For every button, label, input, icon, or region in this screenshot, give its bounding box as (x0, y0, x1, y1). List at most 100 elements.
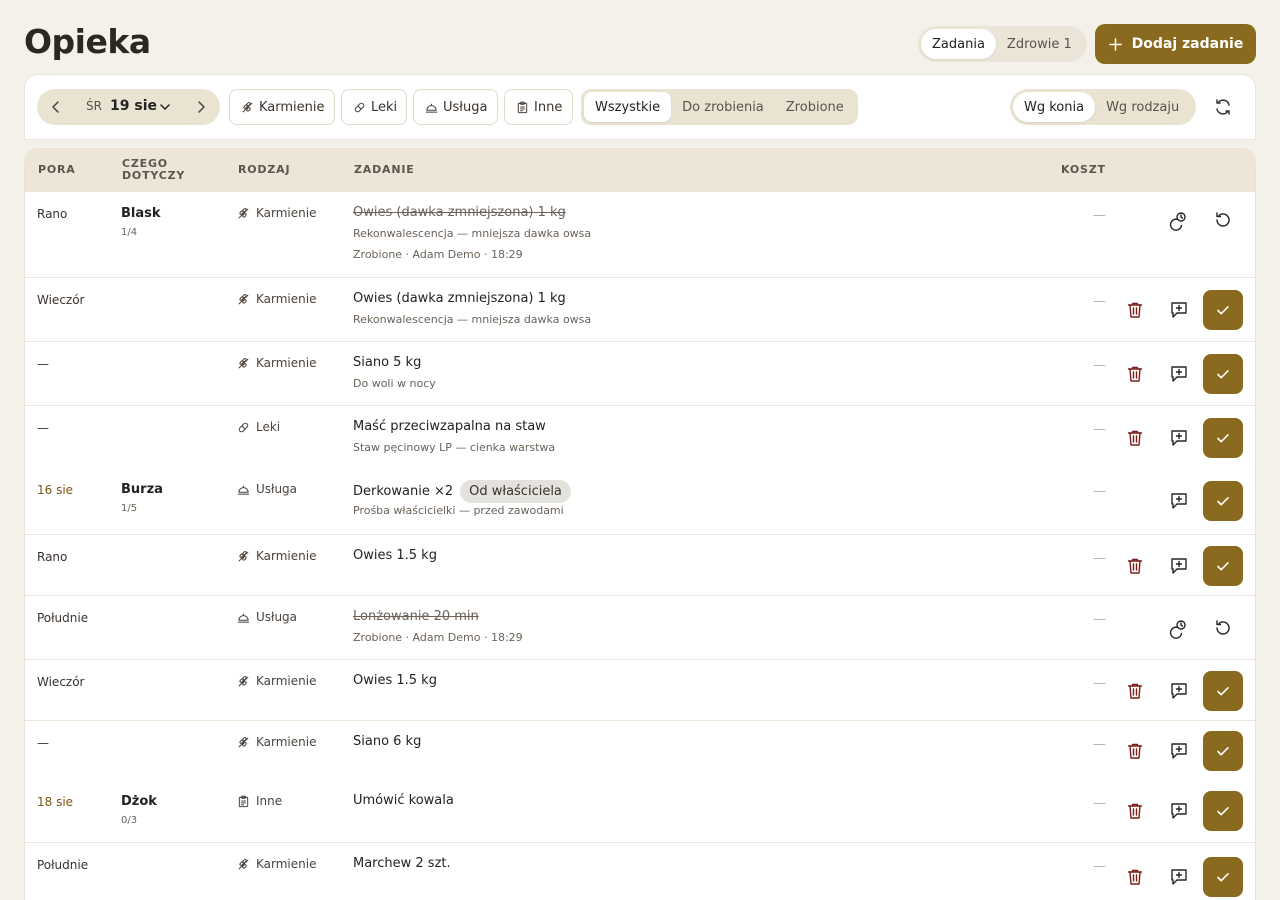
row-horse-name[interactable]: Blask (121, 206, 161, 221)
mark-done-button[interactable] (1203, 418, 1243, 458)
service-bell-icon (237, 613, 250, 623)
row-kind: Karmienie (237, 356, 316, 370)
row-pora: Południe (37, 611, 89, 625)
history-icon (1169, 620, 1186, 639)
delete-button[interactable] (1124, 299, 1146, 321)
status-done[interactable]: Zrobione (775, 92, 855, 122)
date-picker[interactable]: ŚR 19 sie (37, 89, 220, 125)
add-task-button[interactable]: Dodaj zadanie (1095, 24, 1256, 64)
tab-zadania[interactable]: Zadania (921, 29, 996, 59)
refresh-icon (1216, 99, 1230, 115)
status-todo[interactable]: Do zrobienia (671, 92, 775, 122)
undo-icon (1216, 620, 1230, 635)
add-note-button[interactable] (1168, 680, 1190, 702)
filter-chip-karmienie[interactable]: Karmienie (229, 89, 335, 125)
undo-button[interactable] (1212, 617, 1234, 639)
table-row: Południe Usługa Lonżowanie 20 min Zrobione … (25, 595, 1255, 659)
row-cost: — (1093, 358, 1106, 373)
filter-chip-inne[interactable]: Inne (504, 89, 573, 125)
mark-done-button[interactable] (1203, 481, 1243, 521)
delete-button[interactable] (1124, 680, 1146, 702)
mark-done-button[interactable] (1203, 354, 1243, 394)
table-row: Wieczór Karmienie Owies 1.5 kg — (25, 659, 1255, 720)
mark-done-button[interactable] (1203, 857, 1243, 897)
feed-icon (238, 207, 249, 219)
row-pora: Wieczór (37, 675, 85, 689)
prev-day-button[interactable] (48, 99, 64, 115)
delete-button[interactable] (1124, 363, 1146, 385)
row-task-title: Derkowanie ×2 (353, 484, 454, 499)
mark-done-button[interactable] (1203, 671, 1243, 711)
delete-button[interactable] (1124, 866, 1146, 888)
filter-chip-usluga[interactable]: Usługa (413, 89, 498, 125)
row-kind-label: Usługa (256, 610, 298, 624)
row-task: Marchew 2 szt. (353, 856, 451, 871)
add-comment-icon (1171, 430, 1187, 446)
row-cost: — (1093, 796, 1106, 811)
mark-done-button[interactable] (1203, 290, 1243, 330)
filter-chip-label: Inne (534, 99, 563, 115)
mark-done-button[interactable] (1203, 791, 1243, 831)
filter-toolbar: ŚR 19 sie Karmienie Leki Usługa Inne Wsz… (24, 74, 1256, 140)
history-button[interactable] (1168, 209, 1190, 231)
add-note-button[interactable] (1168, 490, 1190, 512)
chevron-left-icon (52, 101, 59, 113)
row-cost: — (1093, 484, 1106, 499)
row-task: Umówić kowala (353, 793, 454, 808)
row-kind: Karmienie (237, 549, 316, 563)
row-cost: — (1093, 612, 1106, 627)
row-task: Lonżowanie 20 min (353, 609, 479, 624)
row-task-note: Zrobione · Adam Demo · 18:29 (353, 631, 523, 644)
add-note-button[interactable] (1168, 299, 1190, 321)
status-all[interactable]: Wszystkie (584, 92, 672, 122)
delete-button[interactable] (1124, 800, 1146, 822)
clipboard-icon (238, 795, 249, 807)
row-task-title: Marchew 2 szt. (353, 856, 451, 871)
add-comment-icon (1171, 493, 1187, 509)
row-horse-name[interactable]: Burza (121, 482, 163, 497)
trash-icon (1127, 683, 1143, 699)
header-koszt: KOSZT (1061, 163, 1106, 176)
row-task-title: Owies (dawka zmniejszona) 1 kg (353, 205, 566, 220)
delete-button[interactable] (1124, 740, 1146, 762)
tab-zdrowie[interactable]: Zdrowie 1 (996, 29, 1083, 59)
check-icon (1217, 434, 1229, 443)
mark-done-button[interactable] (1203, 731, 1243, 771)
next-day-button[interactable] (193, 99, 209, 115)
row-task-note: Staw pęcinowy LP — cienka warstwa (353, 441, 556, 454)
row-pora: Rano (37, 207, 68, 221)
row-pora: — (37, 736, 49, 750)
service-bell-icon (425, 103, 438, 113)
history-button[interactable] (1168, 617, 1190, 639)
add-note-button[interactable] (1168, 866, 1190, 888)
row-horse-name[interactable]: Dżok (121, 794, 157, 809)
add-note-button[interactable] (1168, 740, 1190, 762)
row-task-title: Maść przeciwzapalna na staw (353, 419, 546, 434)
header-zadanie: ZADANIE (354, 163, 415, 176)
header-czego-line2: DOTYCZY (122, 169, 186, 182)
row-kind: Karmienie (237, 292, 316, 306)
row-task: Maść przeciwzapalna na staw (353, 419, 546, 434)
delete-button[interactable] (1124, 555, 1146, 577)
row-kind: Karmienie (237, 857, 316, 871)
refresh-button[interactable] (1213, 97, 1233, 117)
filter-chip-leki[interactable]: Leki (341, 89, 407, 125)
undo-button[interactable] (1212, 209, 1234, 231)
delete-button[interactable] (1124, 427, 1146, 449)
add-note-button[interactable] (1168, 363, 1190, 385)
check-icon (1217, 306, 1229, 315)
check-icon (1217, 747, 1229, 756)
add-note-button[interactable] (1168, 427, 1190, 449)
trash-icon (1127, 743, 1143, 759)
group-by-kind[interactable]: Wg rodzaju (1095, 92, 1190, 122)
date-value: 19 sie (110, 98, 157, 114)
feed-icon (238, 675, 249, 687)
mark-done-button[interactable] (1203, 546, 1243, 586)
row-task-title: Lonżowanie 20 min (353, 609, 479, 624)
row-task-note: Do woli w nocy (353, 377, 436, 390)
row-task: Siano 5 kg (353, 355, 421, 370)
group-by-horse[interactable]: Wg konia (1013, 92, 1096, 122)
add-note-button[interactable] (1168, 800, 1190, 822)
add-note-button[interactable] (1168, 555, 1190, 577)
feed-icon (238, 550, 249, 562)
